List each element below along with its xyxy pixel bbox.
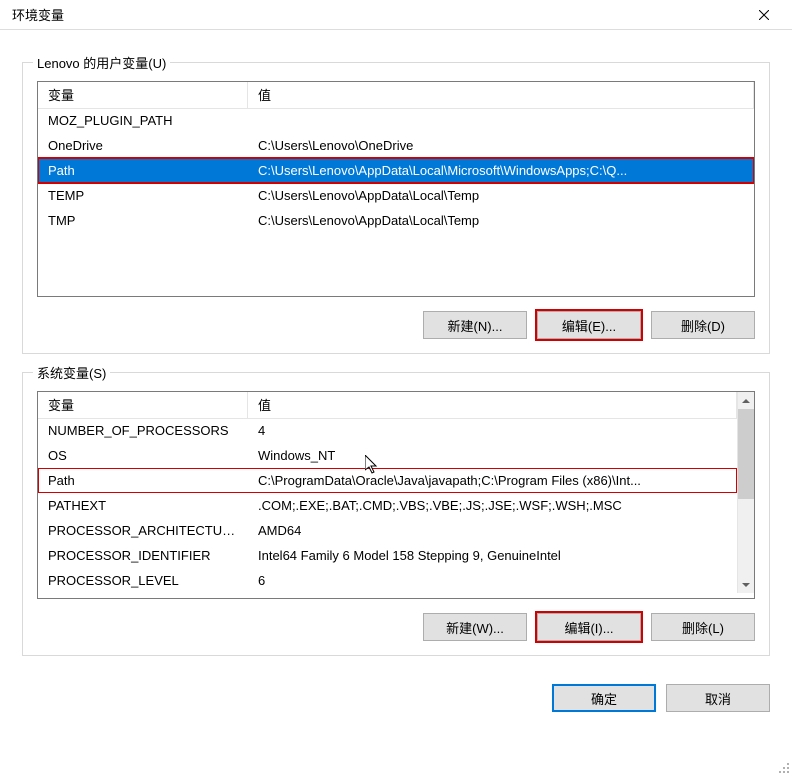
system-vars-group: 系统变量(S) 变量 值 NUMBER_OF_PROCESSORS 4 OS W…	[22, 372, 770, 656]
system-scrollbar[interactable]	[737, 392, 754, 593]
table-row[interactable]: OneDrive C:\Users\Lenovo\OneDrive	[38, 133, 754, 158]
table-row[interactable]: OS Windows_NT	[38, 443, 737, 468]
table-row[interactable]: PROCESSOR_IDENTIFIER Intel64 Family 6 Mo…	[38, 543, 737, 568]
table-row-selected[interactable]: Path C:\Users\Lenovo\AppData\Local\Micro…	[38, 158, 754, 183]
scroll-up-button[interactable]	[738, 392, 754, 409]
ok-button[interactable]: 确定	[552, 684, 656, 712]
table-row[interactable]: PATHEXT .COM;.EXE;.BAT;.CMD;.VBS;.VBE;.J…	[38, 493, 737, 518]
table-row[interactable]: TMP C:\Users\Lenovo\AppData\Local\Temp	[38, 208, 754, 233]
scroll-track[interactable]	[738, 409, 754, 576]
system-list-header: 变量 值	[38, 392, 737, 418]
chevron-down-icon	[742, 583, 750, 587]
table-row-highlighted[interactable]: Path C:\ProgramData\Oracle\Java\javapath…	[38, 468, 737, 493]
user-list-header: 变量 值	[38, 82, 754, 108]
table-row[interactable]: PROCESSOR_LEVEL 6	[38, 568, 737, 593]
user-new-button[interactable]: 新建(N)...	[423, 311, 527, 339]
chevron-up-icon	[742, 399, 750, 403]
system-vars-list[interactable]: 变量 值 NUMBER_OF_PROCESSORS 4 OS Windows_N…	[37, 391, 755, 599]
close-icon	[759, 10, 769, 20]
close-button[interactable]	[744, 1, 784, 29]
window-title: 环境变量	[8, 5, 744, 24]
user-delete-button[interactable]: 删除(D)	[651, 311, 755, 339]
user-vars-list[interactable]: 变量 值 MOZ_PLUGIN_PATH OneDrive C:\Users\L…	[37, 81, 755, 297]
col-var[interactable]: 变量	[38, 391, 248, 419]
col-val[interactable]: 值	[248, 81, 754, 109]
system-edit-button[interactable]: 编辑(I)...	[537, 613, 641, 641]
system-vars-label: 系统变量(S)	[33, 363, 110, 382]
table-row[interactable]: PROCESSOR_ARCHITECTURE AMD64	[38, 518, 737, 543]
dialog-footer: 确定 取消	[0, 670, 792, 726]
system-new-button[interactable]: 新建(W)...	[423, 613, 527, 641]
scroll-thumb[interactable]	[738, 409, 754, 499]
titlebar: 环境变量	[0, 0, 792, 30]
col-val[interactable]: 值	[248, 391, 737, 419]
system-delete-button[interactable]: 删除(L)	[651, 613, 755, 641]
user-vars-label: Lenovo 的用户变量(U)	[33, 53, 170, 72]
user-edit-button[interactable]: 编辑(E)...	[537, 311, 641, 339]
user-vars-group: Lenovo 的用户变量(U) 变量 值 MOZ_PLUGIN_PATH One…	[22, 62, 770, 354]
table-row[interactable]: TEMP C:\Users\Lenovo\AppData\Local\Temp	[38, 183, 754, 208]
resize-grip-icon[interactable]	[778, 762, 790, 774]
table-row[interactable]: MOZ_PLUGIN_PATH	[38, 108, 754, 133]
scroll-down-button[interactable]	[738, 576, 754, 593]
table-row[interactable]: NUMBER_OF_PROCESSORS 4	[38, 418, 737, 443]
col-var[interactable]: 变量	[38, 81, 248, 109]
cancel-button[interactable]: 取消	[666, 684, 770, 712]
